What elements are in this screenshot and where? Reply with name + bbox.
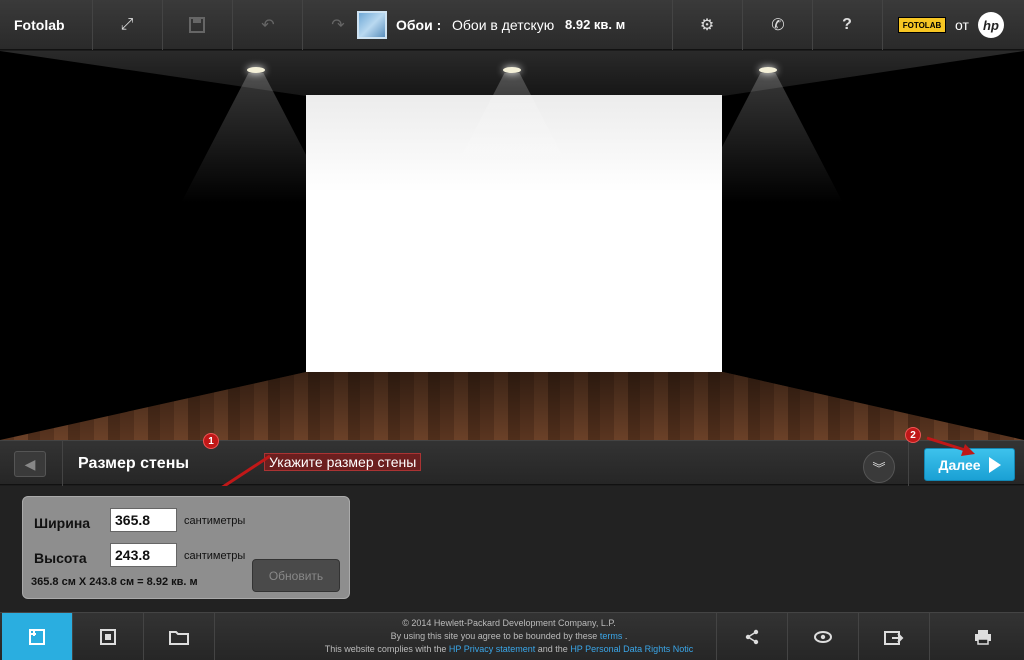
eye-icon[interactable] — [788, 613, 858, 660]
stepbar-divider — [908, 441, 909, 486]
spotlight — [759, 67, 777, 73]
room-preview — [0, 51, 1024, 440]
brand-name: Fotolab — [14, 17, 65, 33]
toolbar-divider — [162, 0, 163, 50]
width-unit: сантиметры — [184, 515, 246, 527]
footer-terms-line: By using this site you agree to be bound… — [300, 630, 718, 643]
toolbar-divider — [302, 0, 303, 50]
panel-area: Ширина сантиметры Высота сантиметры 365.… — [0, 486, 1024, 612]
personal-data-link[interactable]: HP Personal Data Rights Notic — [570, 644, 693, 654]
step-bar: ◀ Размер стены Укажите размер стены ︾ Да… — [0, 440, 1024, 486]
privacy-link[interactable]: HP Privacy statement — [449, 644, 535, 654]
toolbar-divider — [672, 0, 673, 50]
product-thumbnail[interactable] — [357, 11, 387, 39]
floor-shade — [0, 372, 1024, 440]
spotlight — [247, 67, 265, 73]
redo-icon[interactable]: ↷ — [326, 13, 350, 37]
footer-privacy-text: This website complies with the — [324, 644, 447, 654]
help-icon[interactable]: ? — [835, 13, 859, 37]
undo-icon[interactable]: ↶ — [256, 13, 280, 37]
toolbar-divider — [882, 0, 883, 50]
footer-legal: © 2014 Hewlett-Packard Development Compa… — [300, 617, 718, 656]
print-icon[interactable] — [948, 613, 1018, 660]
product-name: Обои в детскую — [452, 17, 555, 33]
spotlight — [503, 67, 521, 73]
ruler-icon[interactable] — [2, 613, 72, 660]
terms-link[interactable]: terms — [600, 631, 623, 641]
stepbar-divider — [62, 441, 63, 486]
footer-terms-end: . — [624, 631, 628, 641]
toolbar-divider — [812, 0, 813, 50]
folder-icon[interactable] — [144, 613, 214, 660]
height-label: Высота — [34, 550, 87, 566]
annotation-marker-1: 1 — [203, 433, 219, 449]
toolbar-divider — [742, 0, 743, 50]
gear-icon[interactable]: ⚙ — [695, 13, 719, 37]
bottombar-divider — [214, 613, 215, 660]
expand-icon[interactable]: ⤢ — [115, 13, 139, 37]
play-arrow-icon — [988, 456, 1001, 473]
save-icon[interactable] — [185, 13, 209, 37]
wall-size-panel: Ширина сантиметры Высота сантиметры 365.… — [22, 496, 350, 599]
annotation-arrow-icon — [926, 436, 975, 456]
bottom-toolbar: © 2014 Hewlett-Packard Development Compa… — [0, 612, 1024, 660]
height-input[interactable] — [110, 543, 177, 567]
height-unit: сантиметры — [184, 550, 246, 562]
by-label: от — [955, 17, 969, 33]
area-summary: 365.8 см X 243.8 см = 8.92 кв. м — [31, 576, 198, 588]
footer-privacy-line: This website complies with the HP Privac… — [300, 643, 718, 656]
back-button[interactable]: ◀ — [14, 451, 46, 477]
footer-copyright: © 2014 Hewlett-Packard Development Compa… — [402, 618, 616, 628]
update-button[interactable]: Обновить — [252, 559, 340, 592]
width-input[interactable] — [110, 508, 177, 532]
share-icon[interactable] — [717, 613, 787, 660]
toolbar-divider — [92, 0, 93, 50]
fotolab-logo: FOTOLAB — [898, 17, 946, 33]
phone-icon[interactable]: ✆ — [766, 13, 790, 37]
top-toolbar: Fotolab ⤢ ↶ ↷ Обои : Обои в детскую 8.92… — [0, 0, 1024, 50]
toolbar-divider — [232, 0, 233, 50]
layout-icon[interactable] — [73, 613, 143, 660]
product-label: Обои : — [396, 17, 442, 33]
footer-privacy-mid: and the — [537, 644, 568, 654]
bottombar-divider — [929, 613, 930, 660]
width-label: Ширина — [34, 515, 91, 531]
step-title: Размер стены — [78, 455, 190, 472]
hp-logo: hp — [978, 12, 1004, 38]
collapse-icon[interactable]: ︾ — [863, 451, 895, 483]
product-area: 8.92 кв. м — [565, 17, 626, 32]
hint-annotation: Укажите размер стены — [264, 453, 422, 471]
export-icon[interactable] — [859, 613, 929, 660]
annotation-marker-2: 2 — [905, 427, 921, 443]
footer-terms-text: By using this site you agree to be bound… — [390, 631, 598, 641]
